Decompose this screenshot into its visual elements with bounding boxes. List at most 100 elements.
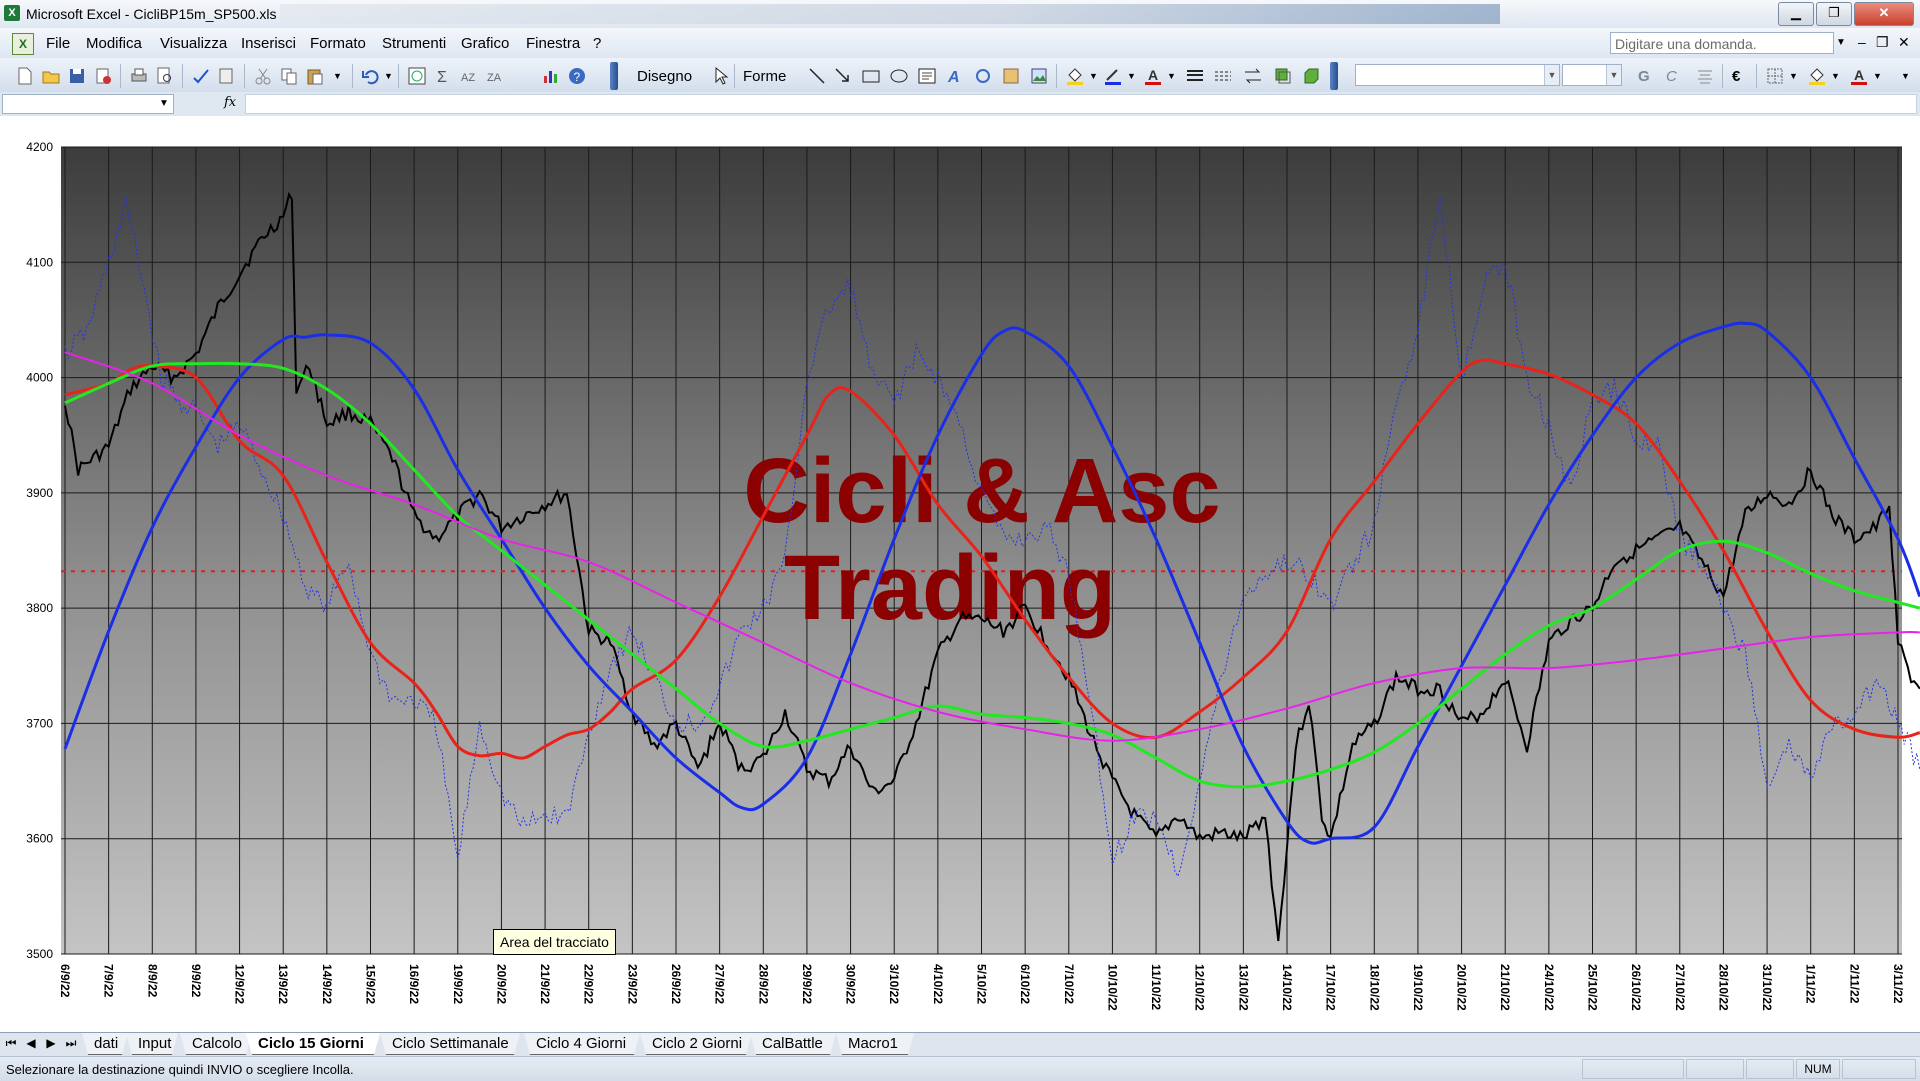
permission-icon[interactable] (92, 65, 114, 87)
help-question-input[interactable]: Digitare una domanda. (1610, 32, 1834, 54)
chart-area[interactable]: Cicli & Asc Trading 4200 4100 4000 3900 3800… (0, 116, 1920, 1032)
print-icon[interactable] (128, 65, 150, 87)
chart-wizard-icon[interactable] (540, 65, 562, 87)
borders-icon[interactable] (1764, 65, 1786, 87)
arrow-style-icon[interactable] (1242, 65, 1264, 87)
cut-icon[interactable] (252, 65, 274, 87)
menu-strumenti[interactable]: Strumenti (382, 35, 446, 52)
close-button[interactable]: ✕ (1854, 2, 1914, 26)
sort-descending-icon[interactable]: ZA (484, 65, 506, 87)
sheet-tab-macro1[interactable]: Macro1 (836, 1033, 914, 1055)
copy-icon[interactable] (278, 65, 300, 87)
first-sheet-icon[interactable]: ⏮ (4, 1036, 18, 1051)
autoshapes-menu-label[interactable]: Forme (743, 68, 786, 85)
line-tool-icon[interactable] (806, 65, 828, 87)
menu-help[interactable]: ? (593, 35, 601, 52)
sheet-tab-ciclo-15-giorni[interactable]: Ciclo 15 Giorni (246, 1033, 380, 1055)
italic-button[interactable]: C (1666, 68, 1677, 85)
hyperlink-icon[interactable] (406, 65, 428, 87)
clipart-icon[interactable] (1000, 65, 1022, 87)
menu-inserisci[interactable]: Inserisci (241, 35, 296, 52)
menu-modifica[interactable]: Modifica (86, 35, 142, 52)
print-preview-icon[interactable] (154, 65, 176, 87)
menu-formato[interactable]: Formato (310, 35, 366, 52)
font-name-dropdown-icon[interactable]: ▼ (1544, 65, 1559, 85)
3d-style-icon[interactable] (1300, 65, 1322, 87)
font-size-combo[interactable]: ▼ (1562, 64, 1622, 86)
diagram-icon[interactable] (972, 65, 994, 87)
menu-finestra[interactable]: Finestra (526, 35, 580, 52)
formula-input[interactable] (245, 94, 1917, 114)
sheet-tab-dati[interactable]: dati (82, 1033, 128, 1055)
rectangle-tool-icon[interactable] (860, 65, 882, 87)
minimize-button[interactable]: ▁ (1778, 2, 1814, 26)
toolbar-overflow-icon[interactable]: ▼ (1900, 65, 1916, 87)
function-icon[interactable]: fx (224, 95, 236, 110)
autosum-icon[interactable]: Σ (432, 65, 454, 87)
shadow-style-icon[interactable] (1272, 65, 1294, 87)
fill-color-icon[interactable] (1064, 65, 1086, 87)
help-icon[interactable]: ? (566, 65, 588, 87)
sheet-tab-ciclo-2-giorni[interactable]: Ciclo 2 Giorni (640, 1033, 752, 1055)
sheet-tab-ciclo-4-giorni[interactable]: Ciclo 4 Giorni (524, 1033, 640, 1055)
sheet-tab-calbattle[interactable]: CalBattle (750, 1033, 836, 1055)
last-sheet-icon[interactable]: ⏭ (64, 1036, 78, 1051)
spelling-icon[interactable] (190, 65, 212, 87)
font-color-dropdown-icon[interactable]: ▼ (1166, 65, 1178, 87)
menu-bar: X File Modifica Visualizza Inserisci For… (0, 28, 1920, 59)
menu-file[interactable]: File (46, 35, 70, 52)
paste-icon[interactable] (304, 65, 326, 87)
oval-tool-icon[interactable] (888, 65, 910, 87)
toolbar-options-handle[interactable] (1330, 62, 1338, 90)
paste-dropdown-icon[interactable]: ▼ (332, 65, 344, 87)
font-color-icon[interactable]: A (1142, 65, 1164, 87)
cell-font-color-dropdown-icon[interactable]: ▼ (1872, 65, 1884, 87)
doc-restore-button[interactable]: ❐ (1876, 34, 1889, 51)
menu-visualizza[interactable]: Visualizza (160, 35, 227, 52)
line-color-icon[interactable] (1102, 65, 1124, 87)
font-size-dropdown-icon[interactable]: ▼ (1606, 65, 1621, 85)
name-box[interactable]: ▼ (2, 94, 174, 114)
help-dropdown-arrow[interactable]: ▼ (1834, 32, 1848, 54)
doc-close-button[interactable]: ✕ (1898, 34, 1910, 51)
cell-fill-color-icon[interactable] (1806, 65, 1828, 87)
doc-minimize-button[interactable]: ‒ (1858, 34, 1866, 50)
sheet-tab-input[interactable]: Input (126, 1033, 178, 1055)
save-icon[interactable] (66, 65, 88, 87)
align-icon[interactable] (1694, 65, 1716, 87)
restore-button[interactable]: ❐ (1816, 2, 1852, 26)
x-tick-label: 14/10/22 (1280, 964, 1294, 1011)
line-color-dropdown-icon[interactable]: ▼ (1126, 65, 1138, 87)
name-box-dropdown-icon[interactable]: ▼ (155, 95, 173, 113)
excel-app-icon[interactable]: X (4, 5, 20, 21)
line-style-icon[interactable] (1184, 65, 1206, 87)
sort-ascending-icon[interactable]: AZ (458, 65, 480, 87)
bold-button[interactable]: G (1638, 68, 1650, 85)
workbook-icon[interactable]: X (12, 33, 34, 55)
sheet-tab-ciclo-settimanale[interactable]: Ciclo Settimanale (380, 1033, 520, 1055)
new-document-icon[interactable] (14, 65, 36, 87)
research-icon[interactable] (216, 65, 238, 87)
textbox-tool-icon[interactable] (916, 65, 938, 87)
arrow-tool-icon[interactable] (832, 65, 854, 87)
sheet-tab-calcolo[interactable]: Calcolo (180, 1033, 252, 1055)
cell-font-color-icon[interactable]: A (1848, 65, 1870, 87)
prev-sheet-icon[interactable]: ◀ (24, 1036, 38, 1050)
drawing-menu-label[interactable]: Disegno (637, 68, 692, 85)
fill-color-dropdown-icon[interactable]: ▼ (1088, 65, 1100, 87)
undo-dropdown-icon[interactable]: ▼ (383, 65, 395, 87)
insert-picture-icon[interactable] (1028, 65, 1050, 87)
font-name-combo[interactable]: ▼ (1355, 64, 1560, 86)
undo-icon[interactable] (360, 65, 382, 87)
open-folder-icon[interactable] (40, 65, 62, 87)
wordart-icon[interactable]: A (944, 65, 966, 87)
select-objects-icon[interactable] (710, 65, 732, 87)
next-sheet-icon[interactable]: ▶ (44, 1036, 58, 1050)
line-chart[interactable]: Cicli & Asc Trading 42004100400039003800… (0, 116, 1920, 1032)
cell-fill-dropdown-icon[interactable]: ▼ (1830, 65, 1842, 87)
borders-dropdown-icon[interactable]: ▼ (1788, 65, 1800, 87)
toolbar-options-handle[interactable] (610, 62, 618, 90)
menu-grafico[interactable]: Grafico (461, 35, 509, 52)
dash-style-icon[interactable] (1212, 65, 1234, 87)
currency-euro-button[interactable]: € (1732, 68, 1740, 85)
